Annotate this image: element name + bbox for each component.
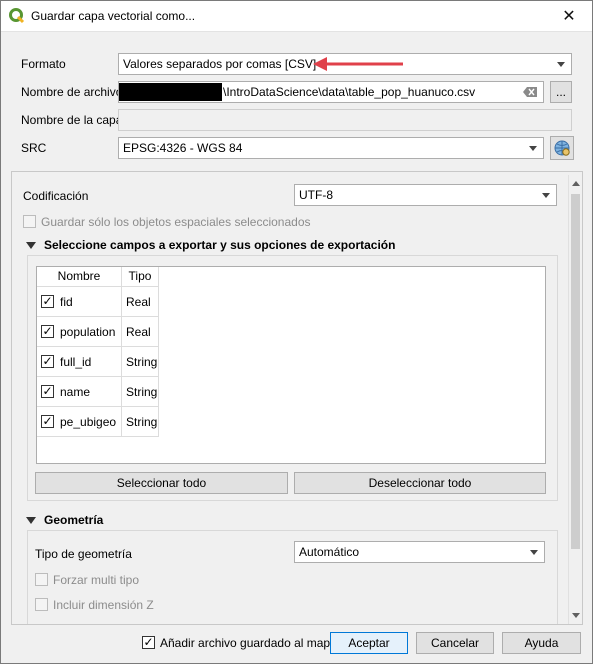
globe-icon [554, 140, 570, 156]
field-type: String [122, 407, 159, 437]
close-button[interactable]: ✕ [546, 1, 592, 31]
table-row[interactable]: ✓ fid [37, 287, 122, 317]
qgis-logo-icon [9, 8, 25, 24]
field-name: full_id [60, 355, 92, 369]
ok-button[interactable]: Aceptar [330, 632, 408, 654]
field-name: population [60, 325, 116, 339]
crs-value: EPSG:4326 - WGS 84 [123, 141, 243, 155]
fields-table: Nombre Tipo ✓ fid Real ✓ population Real… [36, 266, 546, 464]
collapse-triangle-icon[interactable] [26, 517, 36, 524]
title-bar: Guardar capa vectorial como... ✕ [1, 1, 592, 32]
scroll-up-icon[interactable] [572, 181, 580, 186]
layername-input[interactable] [118, 109, 572, 131]
chevron-down-icon [557, 62, 565, 67]
column-header-name[interactable]: Nombre [37, 267, 122, 287]
encoding-value: UTF-8 [299, 188, 333, 202]
options-scrollbar[interactable] [568, 175, 582, 624]
redacted-path [119, 83, 222, 101]
force-multi-checkbox[interactable] [35, 573, 48, 586]
scrollbar-thumb[interactable] [571, 194, 580, 549]
deselect-all-button[interactable]: Deseleccionar todo [294, 472, 546, 494]
browse-button[interactable]: ... [550, 81, 572, 103]
geometry-type-combobox[interactable]: Automático [294, 541, 545, 563]
save-vector-layer-dialog: Guardar capa vectorial como... ✕ Formato… [0, 0, 593, 664]
field-type: String [122, 377, 159, 407]
field-name: fid [60, 295, 73, 309]
geometry-group-title[interactable]: Geometría [44, 513, 103, 527]
add-to-map-checkbox[interactable]: ✓ [142, 636, 155, 649]
column-header-type[interactable]: Tipo [122, 267, 159, 287]
filename-label: Nombre de archivo [21, 85, 123, 99]
include-z-checkbox[interactable] [35, 598, 48, 611]
chevron-down-icon [542, 193, 550, 198]
table-row[interactable]: ✓ name [37, 377, 122, 407]
field-type: Real [122, 317, 159, 347]
table-row[interactable]: ✓ pe_ubigeo [37, 407, 122, 437]
encoding-label: Codificación [23, 189, 89, 203]
geometry-type-value: Automático [299, 545, 360, 559]
selected-only-checkbox[interactable] [23, 215, 36, 228]
format-value: Valores separados por comas [CSV] [123, 57, 317, 71]
field-checkbox[interactable]: ✓ [41, 415, 54, 428]
field-type: Real [122, 287, 159, 317]
window-title: Guardar capa vectorial como... [31, 9, 196, 23]
field-name: pe_ubigeo [60, 415, 117, 429]
close-icon: ✕ [562, 8, 576, 25]
annotation-arrow-icon [313, 57, 403, 71]
scroll-down-icon[interactable] [572, 613, 580, 618]
filename-value: \IntroDataScience\data\table_pop_huanuco… [223, 85, 476, 99]
crs-combobox[interactable]: EPSG:4326 - WGS 84 [118, 137, 544, 159]
format-label: Formato [21, 57, 66, 71]
field-type: String [122, 347, 159, 377]
filename-input[interactable]: \IntroDataScience\data\table_pop_huanuco… [118, 81, 544, 103]
help-button[interactable]: Ayuda [502, 632, 581, 654]
include-z-label: Incluir dimensión Z [53, 598, 154, 612]
field-name: name [60, 385, 91, 399]
collapse-triangle-icon[interactable] [26, 242, 36, 249]
field-checkbox[interactable]: ✓ [41, 355, 54, 368]
force-multi-label: Forzar multi tipo [53, 573, 140, 587]
chevron-down-icon [529, 146, 537, 151]
table-row[interactable]: ✓ full_id [37, 347, 122, 377]
fields-group-title[interactable]: Seleccione campos a exportar y sus opcio… [44, 238, 395, 252]
geometry-type-label: Tipo de geometría [35, 547, 132, 561]
field-checkbox[interactable]: ✓ [41, 385, 54, 398]
crs-label: SRC [21, 141, 47, 155]
layername-label: Nombre de la capa [21, 113, 123, 127]
field-checkbox[interactable]: ✓ [41, 295, 54, 308]
encoding-combobox[interactable]: UTF-8 [294, 184, 557, 206]
selected-only-label: Guardar sólo los objetos espaciales sele… [41, 215, 311, 229]
clear-icon[interactable] [523, 87, 537, 97]
chevron-down-icon [530, 550, 538, 555]
crs-selector-button[interactable] [550, 136, 574, 160]
add-to-map-label: Añadir archivo guardado al mapa [160, 636, 337, 650]
select-all-button[interactable]: Seleccionar todo [35, 472, 288, 494]
table-row[interactable]: ✓ population [37, 317, 122, 347]
cancel-button[interactable]: Cancelar [416, 632, 494, 654]
field-checkbox[interactable]: ✓ [41, 325, 54, 338]
